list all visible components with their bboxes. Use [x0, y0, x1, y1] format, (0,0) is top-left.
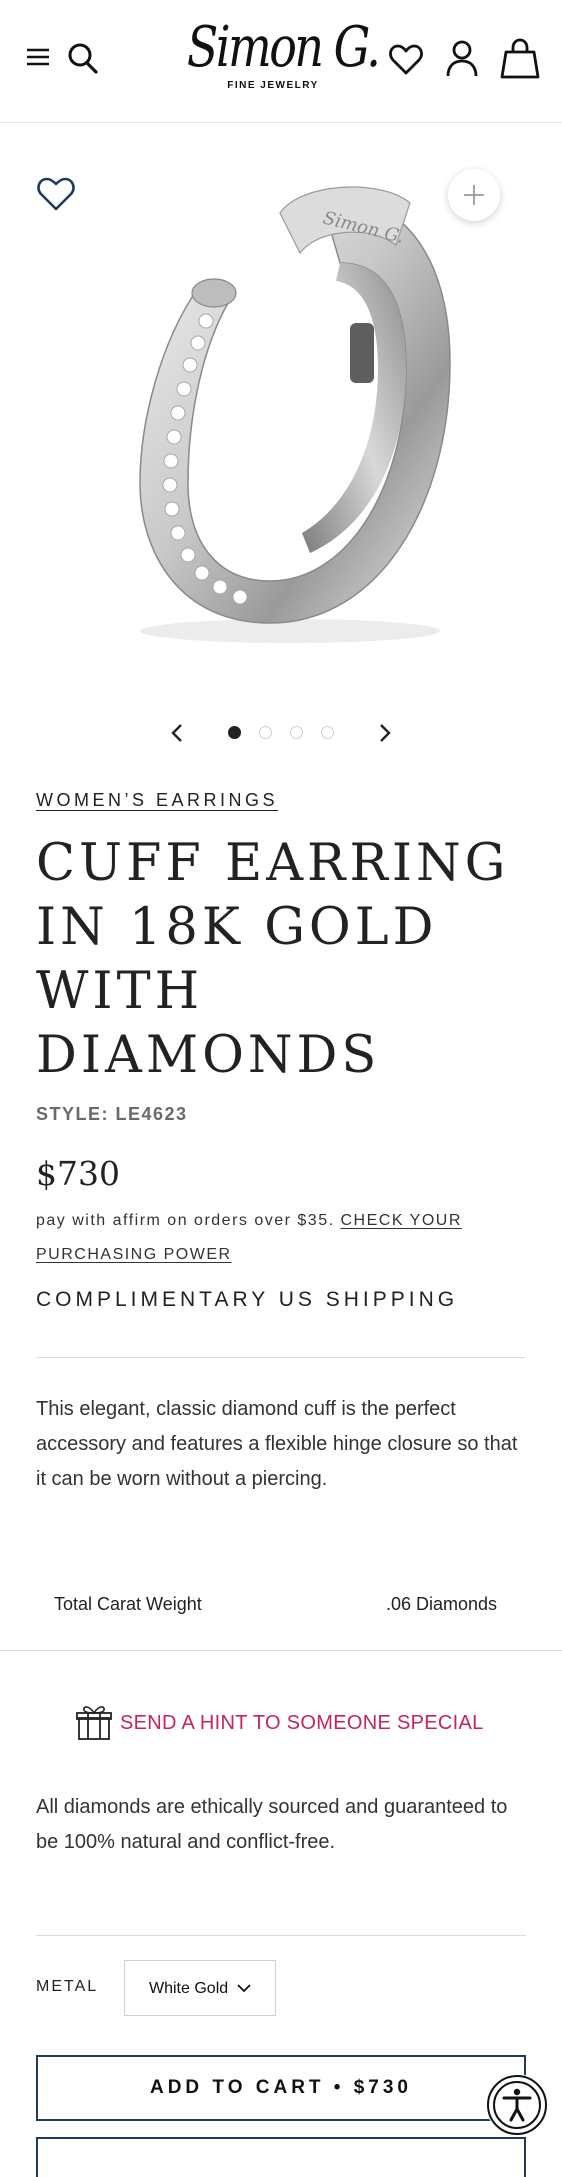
- metal-select[interactable]: White Gold: [124, 1960, 276, 2016]
- image-carousel-controls: [0, 713, 562, 753]
- site-header: Simon G. FINE JEWELRY: [0, 0, 562, 123]
- category-link[interactable]: WOMEN’S EARRINGS: [36, 790, 278, 811]
- carousel-dot-1[interactable]: [228, 726, 241, 739]
- accessibility-button[interactable]: [486, 2074, 548, 2136]
- carousel-dot-2[interactable]: [259, 726, 272, 739]
- menu-icon[interactable]: [24, 44, 52, 70]
- account-icon[interactable]: [444, 38, 480, 78]
- secondary-button[interactable]: [36, 2137, 526, 2177]
- product-title: CUFF EARRING IN 18K GOLD WITH DIAMONDS: [36, 832, 536, 1088]
- metal-label: METAL: [36, 1978, 99, 1995]
- title-line: WITH: [36, 962, 204, 1021]
- affirm-text: pay with affirm on orders over $35.: [36, 1212, 335, 1229]
- site-logo[interactable]: Simon G. FINE JEWELRY: [168, 15, 381, 102]
- plus-icon: [464, 185, 484, 205]
- ethics-statement: All diamonds are ethically sourced and g…: [36, 1796, 508, 1853]
- accessibility-icon: [487, 2075, 547, 2135]
- product-description: This elegant, classic diamond cuff is th…: [36, 1398, 518, 1490]
- chevron-down-icon: [237, 1984, 251, 1993]
- product-gallery: Simon G.: [0, 123, 562, 742]
- add-to-cart-label: ADD TO CART • $730: [149, 2077, 412, 2098]
- style-number: STYLE: LE4623: [36, 1104, 188, 1124]
- chevron-right-icon[interactable]: [372, 721, 396, 745]
- metal-selected-value: White Gold: [149, 1980, 229, 1997]
- spec-label: Total Carat Weight: [54, 1594, 202, 1614]
- hint-label: SEND A HINT TO SOMEONE SPECIAL: [120, 1712, 484, 1734]
- add-to-cart-button[interactable]: ADD TO CART • $730: [36, 2055, 526, 2121]
- product-image[interactable]: Simon G.: [110, 153, 470, 673]
- carousel-dot-3[interactable]: [290, 726, 303, 739]
- product-price: $730: [36, 1154, 120, 1193]
- title-line: DIAMONDS: [36, 1026, 381, 1085]
- wishlist-heart-icon[interactable]: [36, 175, 76, 213]
- gift-icon: [76, 1706, 112, 1740]
- divider: [36, 1935, 526, 1936]
- bag-icon[interactable]: [500, 38, 540, 80]
- chevron-left-icon[interactable]: [166, 721, 190, 745]
- search-icon[interactable]: [66, 40, 100, 76]
- logo-tagline: FINE JEWELRY: [227, 80, 319, 91]
- title-line: CUFF EARRING: [36, 834, 510, 893]
- logo-wordmark: Simon G.: [186, 15, 381, 80]
- affirm-message: pay with affirm on orders over $35. CHEC…: [36, 1204, 536, 1272]
- divider: [36, 1357, 526, 1358]
- spec-value: .06 Diamonds: [385, 1594, 497, 1614]
- title-line: IN 18K GOLD: [36, 898, 438, 957]
- carousel-dot-4[interactable]: [321, 726, 334, 739]
- divider: [0, 1650, 562, 1651]
- shipping-note: COMPLIMENTARY US SHIPPING: [36, 1288, 459, 1311]
- zoom-button[interactable]: [448, 169, 500, 221]
- heart-icon[interactable]: [388, 42, 424, 78]
